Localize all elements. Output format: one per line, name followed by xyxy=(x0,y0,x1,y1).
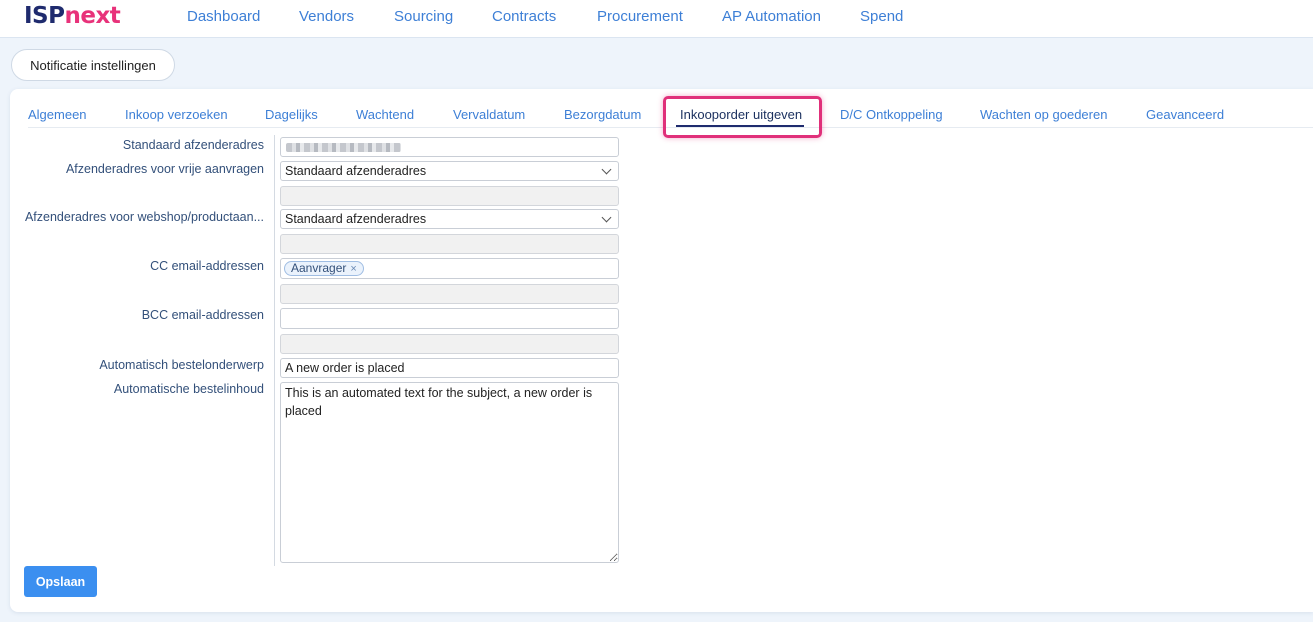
bcc-extra-field xyxy=(280,334,619,354)
nav-ap-automation[interactable]: AP Automation xyxy=(722,8,821,25)
webshop-sender-label: Afzenderadres voor webshop/productaan... xyxy=(24,210,264,224)
cc-extra-field xyxy=(280,284,619,304)
default-sender-field[interactable] xyxy=(280,137,619,157)
settings-panel: Algemeen Inkoop verzoeken Dagelijks Wach… xyxy=(10,89,1313,612)
nav-procurement[interactable]: Procurement xyxy=(597,8,683,25)
subject-label: Automatisch bestelonderwerp xyxy=(99,358,264,372)
free-sender-value: Standaard afzenderadres xyxy=(285,164,427,178)
logo-part-next: next xyxy=(64,3,121,29)
tab-algemeen[interactable]: Algemeen xyxy=(28,107,87,122)
webshop-sender-select[interactable]: Standaard afzenderadres xyxy=(280,209,619,229)
free-sender-select[interactable]: Standaard afzenderadres xyxy=(280,161,619,181)
nav-dashboard[interactable]: Dashboard xyxy=(187,8,260,25)
logo-part-isp: ISP xyxy=(24,3,65,29)
cc-chip-label: Aanvrager xyxy=(291,261,347,275)
cc-chip-aanvrager: Aanvrager × xyxy=(284,261,364,276)
tab-dc-ontkoppeling[interactable]: D/C Ontkoppeling xyxy=(840,107,943,122)
tab-geavanceerd[interactable]: Geavanceerd xyxy=(1146,107,1224,122)
nav-spend[interactable]: Spend xyxy=(860,8,903,25)
top-navigation-bar: ISPnext Dashboard Vendors Sourcing Contr… xyxy=(0,0,1313,38)
save-button[interactable]: Opslaan xyxy=(24,566,97,597)
default-sender-label: Standaard afzenderadres xyxy=(122,138,264,152)
notification-settings-button[interactable]: Notificatie instellingen xyxy=(11,49,175,81)
form-divider xyxy=(274,135,275,566)
nav-vendors[interactable]: Vendors xyxy=(299,8,354,25)
bcc-input[interactable] xyxy=(280,308,619,329)
webshop-sender-extra-field xyxy=(280,234,619,254)
free-sender-extra-field xyxy=(280,186,619,206)
bcc-label: BCC email-addressen xyxy=(141,308,264,322)
redacted-email xyxy=(286,143,401,152)
webshop-sender-value: Standaard afzenderadres xyxy=(285,212,427,226)
nav-contracts[interactable]: Contracts xyxy=(492,8,556,25)
content-label: Automatische bestelinhoud xyxy=(113,382,264,396)
chip-remove-icon[interactable]: × xyxy=(350,263,356,275)
tab-inkoop-verzoeken[interactable]: Inkoop verzoeken xyxy=(125,107,228,122)
tab-bezorgdatum[interactable]: Bezorgdatum xyxy=(564,107,641,122)
subject-input[interactable]: A new order is placed xyxy=(280,358,619,378)
cc-label: CC email-addressen xyxy=(150,259,264,273)
free-sender-label: Afzenderadres voor vrije aanvragen xyxy=(65,162,264,176)
tab-vervaldatum[interactable]: Vervaldatum xyxy=(453,107,525,122)
tab-wachtend[interactable]: Wachtend xyxy=(356,107,414,122)
tab-dagelijks[interactable]: Dagelijks xyxy=(265,107,318,122)
active-tab-highlight-frame xyxy=(663,96,822,138)
subject-value: A new order is placed xyxy=(285,361,405,375)
tab-wachten-op-goederen[interactable]: Wachten op goederen xyxy=(980,107,1107,122)
nav-sourcing[interactable]: Sourcing xyxy=(394,8,453,25)
content-textarea[interactable]: This is an automated text for the subjec… xyxy=(280,382,619,563)
cc-input[interactable]: Aanvrager × xyxy=(280,258,619,279)
ispnext-logo[interactable]: ISPnext xyxy=(24,3,121,29)
